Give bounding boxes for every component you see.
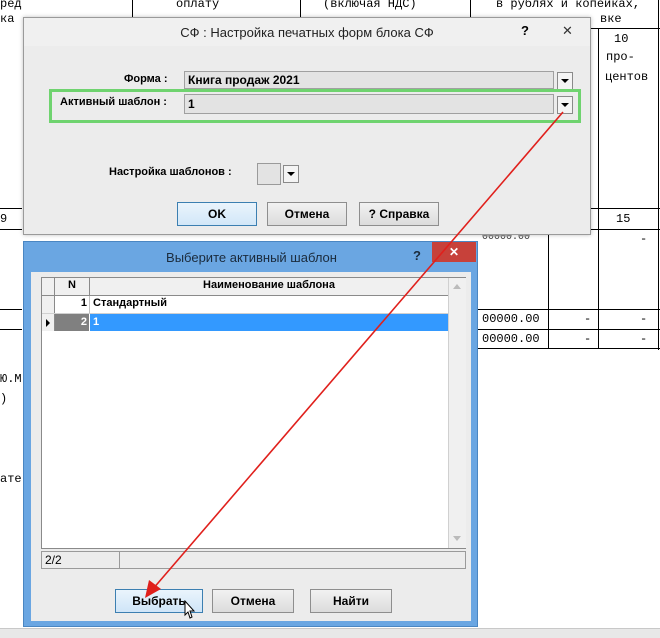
annotation-arrow <box>145 111 564 598</box>
mouse-cursor-icon <box>184 600 196 619</box>
arrow-line <box>151 111 564 591</box>
